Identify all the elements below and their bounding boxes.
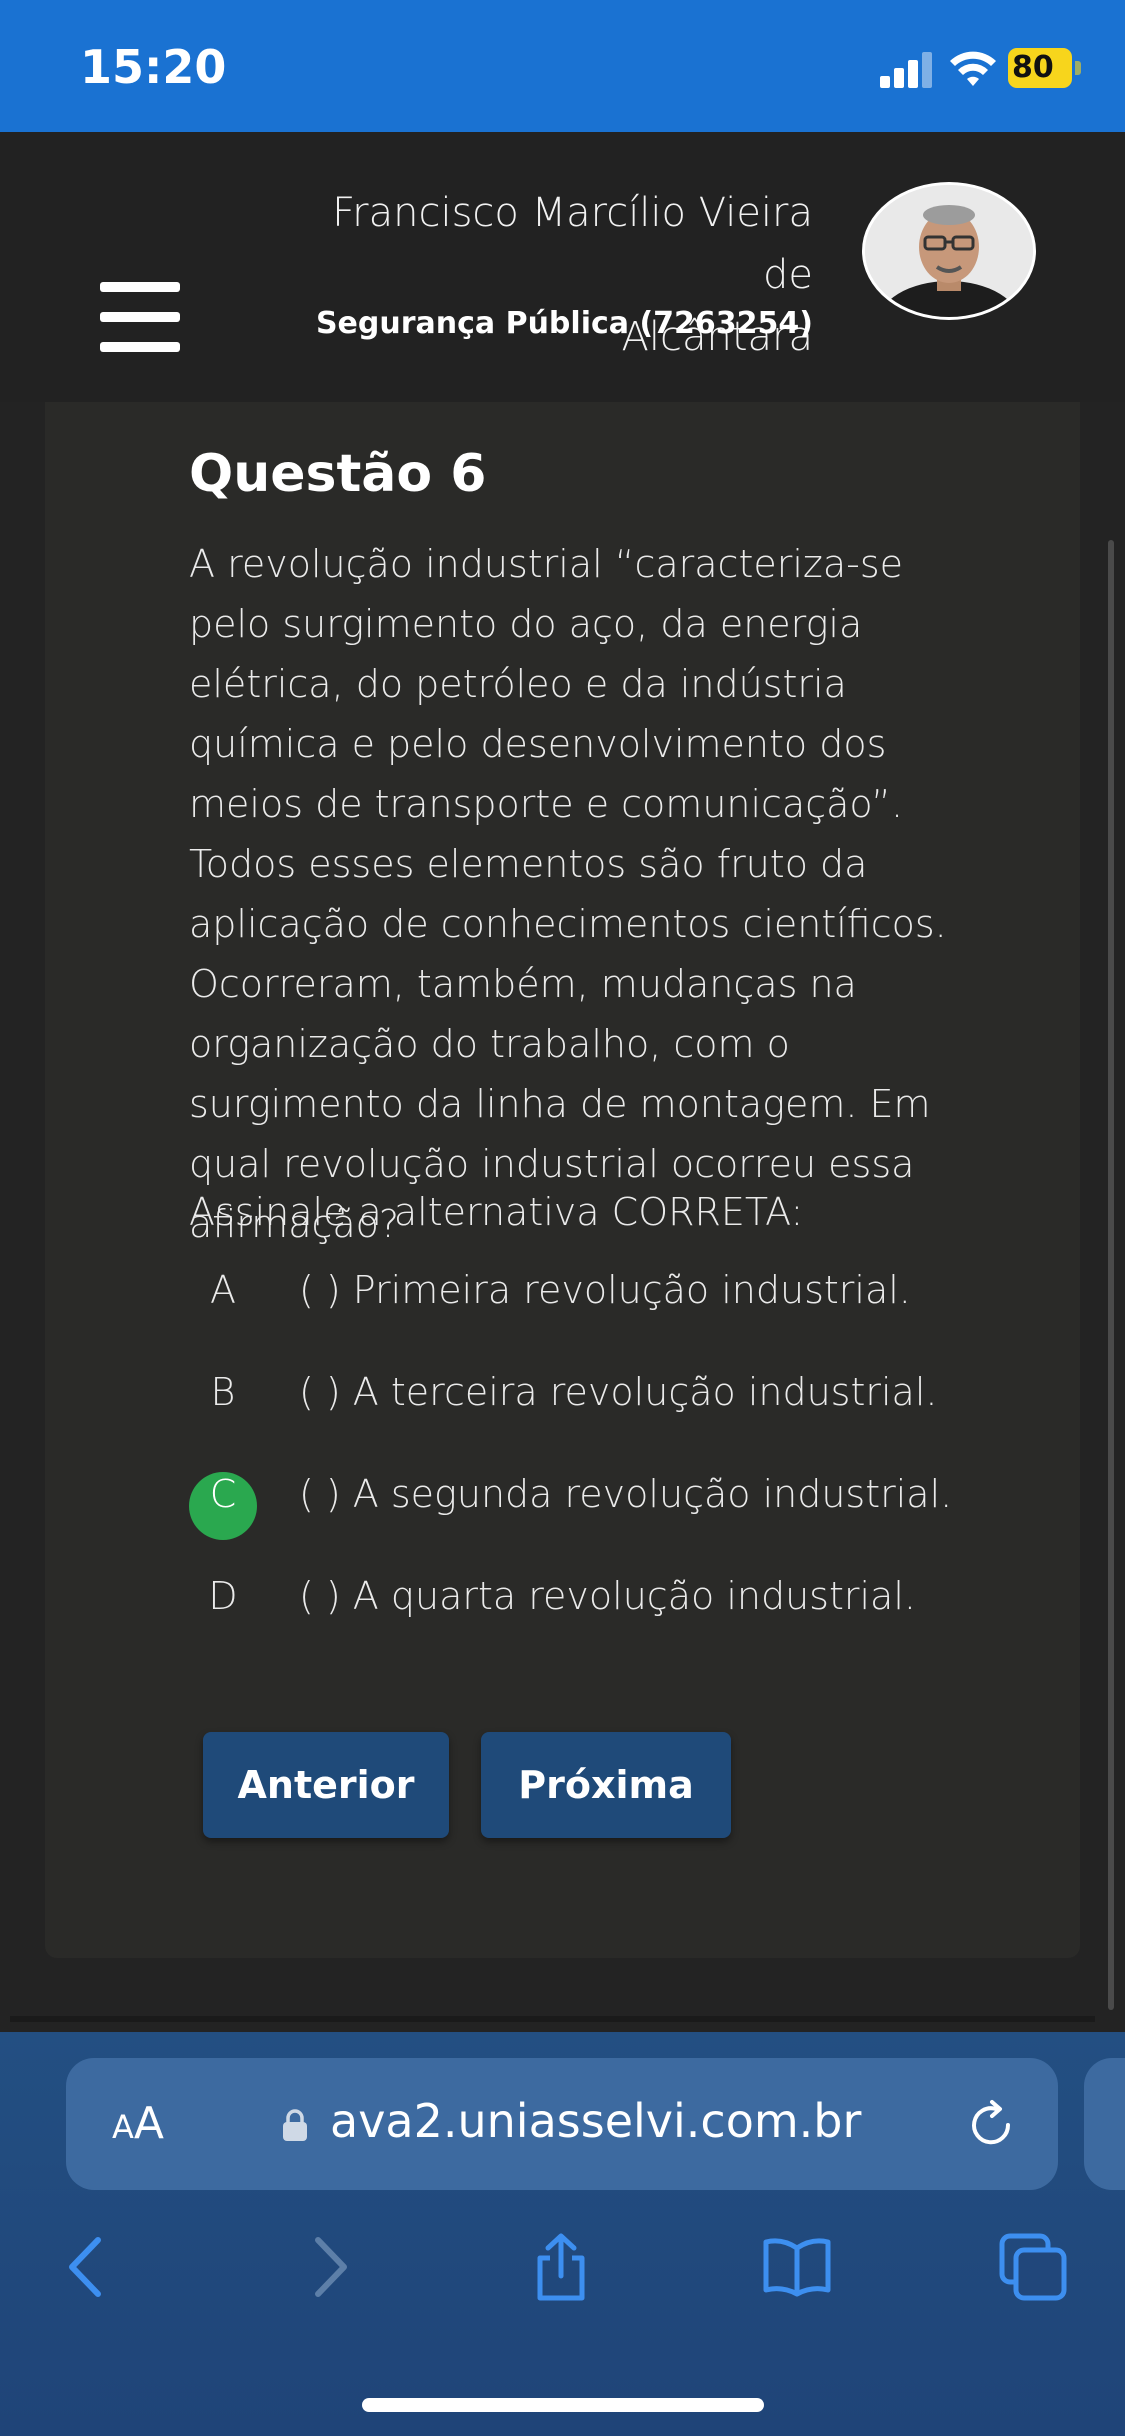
aa-large: A — [133, 2098, 164, 2149]
option-b[interactable]: B ( ) A terceira revolução industrial. — [189, 1370, 1009, 1440]
option-d[interactable]: D ( ) A quarta revolução industrial. — [189, 1574, 1009, 1644]
browser-toolbar: AA ava2.uniasselvi.com.br — [0, 2032, 1125, 2436]
option-letter[interactable]: B — [189, 1370, 257, 1438]
divider — [10, 2016, 1095, 2022]
wifi-icon — [950, 51, 996, 86]
url-text[interactable]: ava2.uniasselvi.com.br — [330, 2094, 861, 2148]
previous-button[interactable]: Anterior — [203, 1732, 449, 1838]
next-tab-preview[interactable] — [1084, 2058, 1125, 2190]
lock-icon — [283, 2109, 307, 2141]
option-text[interactable]: ( ) A terceira revolução industrial. — [299, 1370, 937, 1414]
reader-settings-button[interactable]: AA — [112, 2098, 164, 2149]
tabs-icon[interactable] — [998, 2232, 1068, 2302]
user-name-line1: Francisco Marcílio Vieira de — [332, 190, 813, 298]
battery-charging-icon: 80 — [1008, 48, 1082, 88]
status-bar: 15:20 80 — [0, 0, 1125, 132]
status-time: 15:20 — [80, 40, 227, 94]
question-instruction: Assinale a alternativa CORRETA: — [189, 1190, 804, 1234]
user-course: Segurança Pública (7263254) — [315, 306, 813, 341]
option-text[interactable]: ( ) A segunda revolução industrial. — [299, 1472, 952, 1516]
hamburger-menu-icon[interactable] — [100, 282, 180, 352]
scrollbar[interactable] — [1108, 540, 1114, 2010]
option-c[interactable]: C ( ) A segunda revolução industrial. — [189, 1472, 1009, 1542]
option-text[interactable]: ( ) Primeira revolução industrial. — [299, 1268, 911, 1312]
reload-icon[interactable] — [964, 2098, 1018, 2152]
battery-level: 80 — [1012, 50, 1054, 85]
option-letter[interactable]: A — [189, 1268, 257, 1336]
bookmarks-icon[interactable] — [762, 2232, 832, 2302]
avatar[interactable] — [862, 182, 1036, 320]
question-title: Questão 6 — [189, 444, 487, 504]
user-photo — [865, 185, 1033, 317]
back-icon[interactable] — [52, 2232, 122, 2302]
question-text: A revolução industrial “caracteriza-se p… — [189, 542, 947, 1246]
app-header: Francisco Marcílio Vieira de Alcântara S… — [0, 132, 1125, 402]
signal-icon — [880, 52, 932, 88]
option-letter-selected[interactable]: C — [189, 1472, 257, 1540]
forward-icon[interactable] — [294, 2232, 364, 2302]
address-bar[interactable]: AA ava2.uniasselvi.com.br — [66, 2058, 1058, 2190]
option-a[interactable]: A ( ) Primeira revolução industrial. — [189, 1268, 1009, 1338]
aa-small: A — [112, 2108, 134, 2146]
share-icon[interactable] — [526, 2232, 596, 2302]
question-card: Questão 6 A revolução industrial “caract… — [45, 402, 1080, 1958]
option-text[interactable]: ( ) A quarta revolução industrial. — [299, 1574, 916, 1618]
option-letter[interactable]: D — [189, 1574, 257, 1642]
home-indicator[interactable] — [362, 2398, 764, 2412]
next-button[interactable]: Próxima — [481, 1732, 731, 1838]
